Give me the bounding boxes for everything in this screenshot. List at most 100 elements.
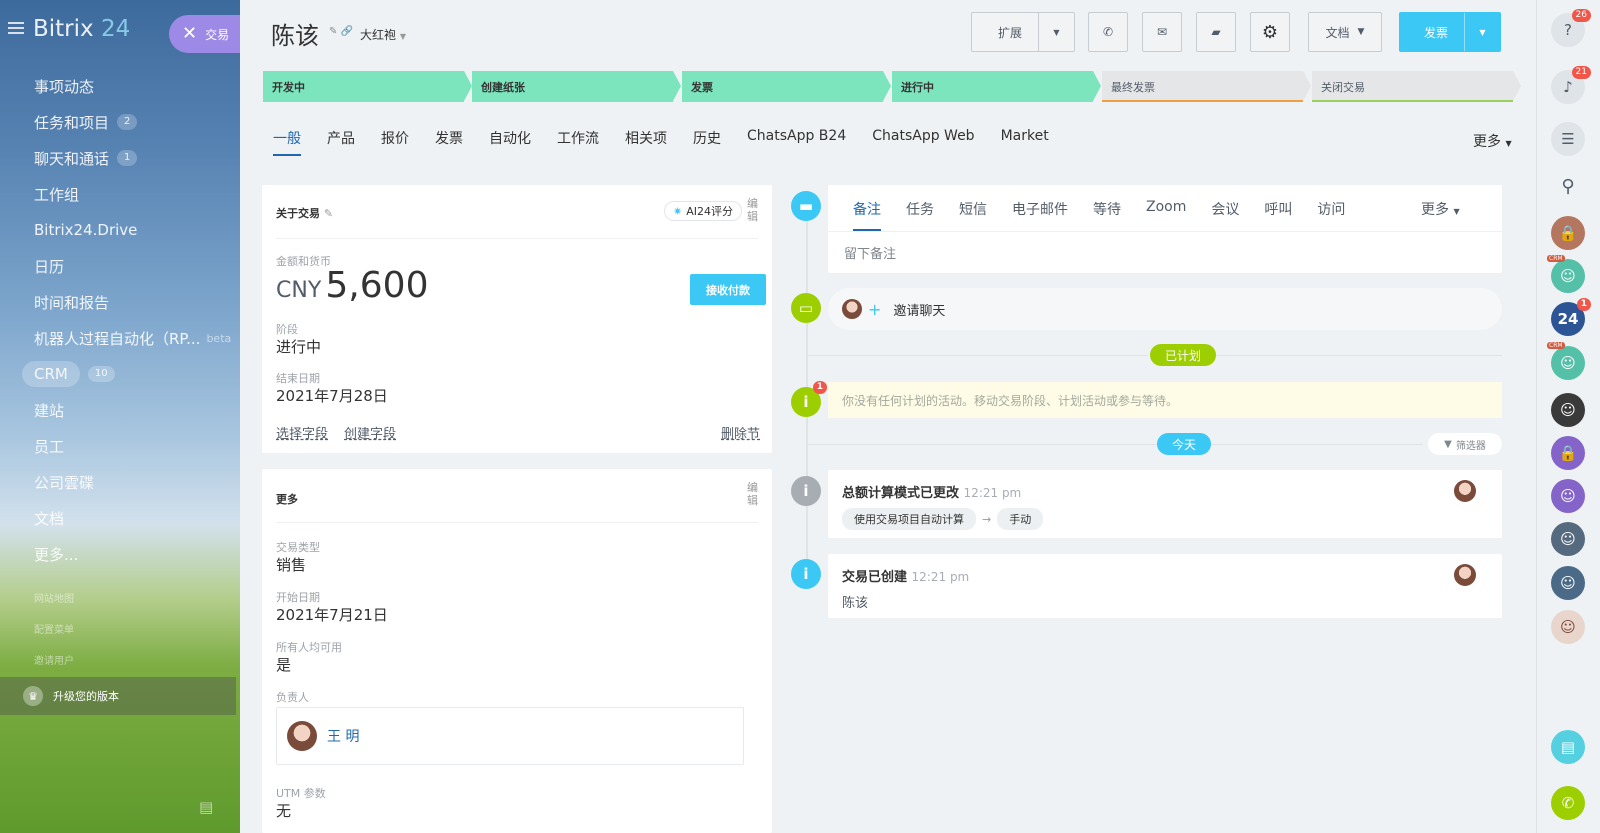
chevron-down-icon[interactable]: ▼ [1038, 13, 1074, 51]
invite-chat-button[interactable]: + 邀请聊天 [828, 288, 1502, 330]
sidebar-item-employees[interactable]: 员工 [0, 428, 240, 464]
invoice-button[interactable]: 发票 ▼ [1399, 12, 1501, 52]
search-icon[interactable]: ⚲ [1551, 169, 1585, 203]
tab-wait[interactable]: 等待 [1093, 199, 1121, 231]
sidebar-item-crm[interactable]: CRM 10 [0, 356, 240, 392]
phone-icon[interactable]: ✆ [1088, 12, 1128, 52]
tab-zoom[interactable]: Zoom [1146, 199, 1186, 231]
create-field-link[interactable]: 创建字段 [344, 423, 396, 442]
more-card: 更多 编辑 交易类型 销售 开始日期 2021年7月21日 所有人均可用 是 负… [262, 469, 772, 833]
stage-item[interactable]: 创建纸张 [472, 71, 681, 102]
tab-meeting[interactable]: 会议 [1211, 199, 1239, 231]
sidebar-item-drive[interactable]: Bitrix24.Drive [0, 212, 240, 248]
filter-button[interactable]: ▼ 筛选器 [1428, 433, 1502, 455]
select-field-link[interactable]: 选择字段 [276, 423, 328, 442]
ai-icon: ✷ [673, 204, 683, 218]
sidebar-item-feed[interactable]: 事项动态 [0, 68, 240, 104]
comment-icon: ▬ [791, 191, 821, 221]
category-select[interactable]: 大红袍 ▼ [360, 26, 406, 43]
receive-payment-button[interactable]: 接收付款 [690, 274, 766, 305]
sidebar-item-calendar[interactable]: 日历 [0, 248, 240, 284]
sidebar-item-tasks[interactable]: 任务和项目 2 [0, 104, 240, 140]
tab-automation[interactable]: 自动化 [489, 128, 531, 154]
sidebar-item-chat[interactable]: 聊天和通话 1 [0, 140, 240, 176]
tab-invoices[interactable]: 发票 [435, 128, 463, 154]
user-avatar[interactable]: ☺ [1551, 522, 1585, 556]
menu-icon[interactable] [8, 22, 24, 34]
bell-icon[interactable]: ♪ 21 [1551, 66, 1591, 104]
sidebar-item-rpa[interactable]: 机器人过程自动化（RP... beta [0, 320, 240, 356]
tab-task[interactable]: 任务 [906, 199, 934, 231]
tab-market[interactable]: Market [1001, 128, 1049, 154]
stage-item[interactable]: 开发中 [263, 71, 472, 102]
chat-icon: ▭ [791, 293, 821, 323]
crm-contact-avatar[interactable]: ☺ CRM [1547, 342, 1585, 380]
logo[interactable]: Bitrix 24 [33, 16, 130, 42]
configure-menu-link[interactable]: 配置菜单 [34, 621, 74, 652]
sidebar-small-links: 网站地图 配置菜单 邀请用户 [34, 590, 74, 683]
note-input[interactable]: 留下备注 [844, 243, 896, 262]
sidebar-item-company-drive[interactable]: 公司雲碟 [0, 464, 240, 500]
arrow-right-icon: → [982, 512, 992, 526]
tab-visit[interactable]: 访问 [1317, 199, 1345, 231]
responsible-person[interactable]: 王 明 [276, 707, 744, 765]
lock-icon[interactable]: 🔒 [1551, 436, 1585, 470]
sidebar-item-time[interactable]: 时间和报告 [0, 284, 240, 320]
user-avatar[interactable]: ☺ [1551, 479, 1585, 513]
edit-link[interactable]: 编辑 [747, 197, 761, 223]
field-label: 结束日期 [276, 372, 320, 385]
mail-icon[interactable]: ✉ [1142, 12, 1182, 52]
info-icon: i1 [791, 381, 827, 417]
tab-general[interactable]: 一般 [273, 128, 301, 156]
tabs-more-button[interactable]: 更多 ▼ [1473, 131, 1512, 151]
delete-section-link[interactable]: 删除节 [721, 423, 760, 442]
lock-icon[interactable]: 🔒 [1551, 216, 1585, 250]
tab-workflows[interactable]: 工作流 [557, 128, 599, 154]
tab-chatsapp-b24[interactable]: ChatsApp B24 [747, 128, 846, 154]
tab-quotes[interactable]: 报价 [381, 128, 409, 154]
stage-item[interactable]: 发票 [682, 71, 891, 102]
stage-item[interactable]: 最终发票 [1102, 71, 1311, 102]
close-deal-button[interactable]: ✕ 交易 [169, 15, 240, 53]
ai-score-button[interactable]: ✷ AI24评分 [664, 201, 742, 221]
count-badge: 10 [87, 366, 115, 382]
call-icon[interactable]: ✆ [1551, 786, 1585, 820]
help-icon[interactable]: ? 26 [1551, 9, 1591, 47]
tab-sms[interactable]: 短信 [959, 199, 987, 231]
crown-icon: ♛ [23, 686, 43, 706]
sidebar-item-docs[interactable]: 文档 [0, 500, 240, 536]
tab-products[interactable]: 产品 [327, 128, 355, 154]
document-icon[interactable]: ▤ [1551, 730, 1585, 764]
edit-pencil-icon[interactable]: ✎ [324, 207, 333, 220]
activity-more-button[interactable]: 更多 ▼ [1421, 199, 1460, 219]
upgrade-button[interactable]: ♛ 升级您的版本 [0, 677, 236, 715]
stage-item[interactable]: 关闭交易 [1312, 71, 1521, 102]
sidebar-item-more[interactable]: 更多... [0, 536, 240, 572]
user-avatar[interactable]: ☺ [1551, 610, 1585, 644]
tab-note[interactable]: 备注 [853, 199, 881, 231]
tab-email[interactable]: 电子邮件 [1012, 199, 1068, 231]
stage-item[interactable]: 进行中 [892, 71, 1101, 102]
docs-button[interactable]: 文档 ▼ [1308, 12, 1382, 52]
tab-call[interactable]: 呼叫 [1264, 199, 1292, 231]
sidebar-item-sites[interactable]: 建站 [0, 392, 240, 428]
user-avatar[interactable]: ☺ [1551, 393, 1585, 427]
sitemap-link[interactable]: 网站地图 [34, 590, 74, 621]
tab-chatsapp-web[interactable]: ChatsApp Web [872, 128, 974, 154]
sidebar-item-workgroups[interactable]: 工作组 [0, 176, 240, 212]
crm-contact-avatar[interactable]: ☺ CRM [1547, 255, 1585, 293]
gear-icon[interactable]: ⚙ [1250, 12, 1290, 52]
printer-icon[interactable]: ▤ [199, 798, 213, 816]
edit-pencil-icon[interactable]: ✎ 🔗 [329, 26, 353, 37]
edit-link[interactable]: 编辑 [747, 481, 761, 507]
messenger-icon[interactable]: ☰ [1551, 122, 1585, 156]
amount-value: CNY 5,600 [276, 265, 429, 306]
bitrix24-avatar[interactable]: 24 1 [1551, 298, 1591, 336]
tab-related[interactable]: 相关项 [625, 128, 667, 154]
left-sidebar: Bitrix 24 ✕ 交易 事项动态 任务和项目 2 聊天和通话 1 工作组 Bit… [0, 0, 240, 833]
chevron-down-icon[interactable]: ▼ [1464, 13, 1500, 51]
chat-icon[interactable]: ▰ [1196, 12, 1236, 52]
expand-button[interactable]: 扩展 ▼ [971, 12, 1075, 52]
user-avatar[interactable]: ☺ [1551, 566, 1585, 600]
tab-history[interactable]: 历史 [693, 128, 721, 154]
